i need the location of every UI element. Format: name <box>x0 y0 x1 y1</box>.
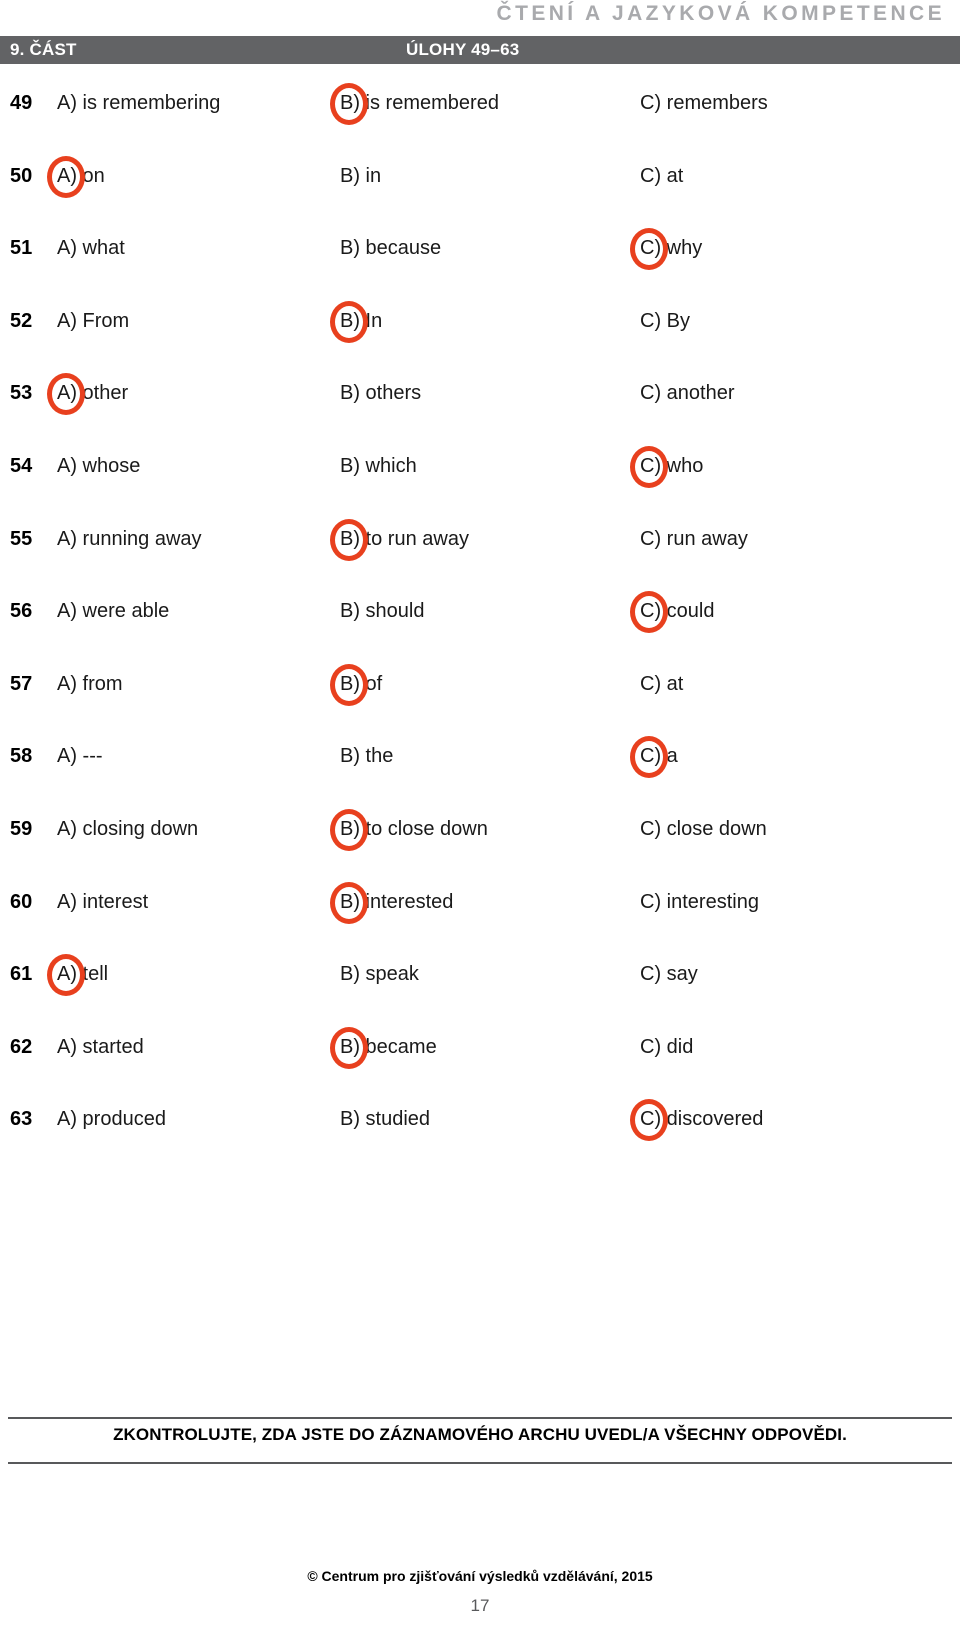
answer-circle-mark <box>47 373 85 416</box>
option-a[interactable]: A) on <box>47 155 105 198</box>
question-row: 53 A) other B) others C) another <box>0 373 960 416</box>
option-a[interactable]: A) is remembering <box>57 88 220 118</box>
question-row: 62 A) started B) became C) did <box>0 1026 960 1069</box>
option-c[interactable]: C) another <box>640 378 735 408</box>
question-row: 63 A) produced B) studied C) discovered <box>0 1099 960 1142</box>
option-a[interactable]: A) other <box>47 373 128 416</box>
question-row: 51 A) what B) because C) why <box>0 228 960 271</box>
option-c[interactable]: C) close down <box>640 814 767 844</box>
part-number-label: 9. ČÁST <box>10 40 77 59</box>
answer-circle-mark <box>47 954 85 997</box>
question-row: 54 A) whose B) which C) who <box>0 446 960 488</box>
answer-circle-mark <box>630 736 668 779</box>
answer-circle-mark <box>47 155 85 198</box>
answer-circle-mark <box>330 663 368 706</box>
option-b[interactable]: B) interested <box>330 881 453 924</box>
question-row: 58 A) --- B) the C) a <box>0 736 960 779</box>
answer-circle-mark <box>630 446 668 488</box>
answer-circle-mark <box>330 809 368 851</box>
option-c[interactable]: C) By <box>640 306 690 336</box>
check-answers-notice: ZKONTROLUJTE, ZDA JSTE DO ZÁZNAMOVÉHO AR… <box>113 1425 847 1444</box>
option-a[interactable]: A) what <box>57 233 125 263</box>
question-number: 56 <box>10 600 33 623</box>
option-b[interactable]: B) in <box>340 161 381 191</box>
answer-circle-mark <box>330 1026 368 1069</box>
question-number: 61 <box>10 963 33 986</box>
answer-circle-mark <box>330 518 368 561</box>
option-a[interactable]: A) interest <box>57 887 148 917</box>
question-number: 63 <box>10 1108 33 1131</box>
part-header-bar: 9. ČÁST ÚLOHY 49–63 <box>0 36 960 64</box>
option-b[interactable]: B) which <box>340 451 417 481</box>
option-c[interactable]: C) why <box>630 228 702 271</box>
question-number: 55 <box>10 527 33 550</box>
question-number: 52 <box>10 309 33 332</box>
question-row: 57 A) from B) of C) at <box>0 663 960 706</box>
answer-circle-mark <box>630 228 668 271</box>
option-a[interactable]: A) From <box>57 306 129 336</box>
question-number: 57 <box>10 672 33 695</box>
option-c[interactable]: C) did <box>640 1032 693 1062</box>
option-a[interactable]: A) started <box>57 1032 144 1062</box>
option-b[interactable]: B) to run away <box>330 518 469 561</box>
option-a[interactable]: A) from <box>57 669 123 699</box>
question-number: 49 <box>10 92 33 114</box>
question-row: 59 A) closing down B) to close down C) clos… <box>0 809 960 851</box>
option-a[interactable]: A) whose <box>57 451 140 481</box>
option-c[interactable]: C) at <box>640 161 683 191</box>
question-number: 53 <box>10 382 33 405</box>
copyright-line: © Centrum pro zjišťování výsledků vzdělá… <box>307 1568 653 1584</box>
question-number: 50 <box>10 164 33 187</box>
option-a[interactable]: A) --- <box>57 741 103 771</box>
option-a[interactable]: A) were able <box>57 596 169 626</box>
option-a[interactable]: A) closing down <box>57 814 198 844</box>
answer-circle-mark <box>330 881 368 924</box>
option-c[interactable]: C) run away <box>640 524 748 554</box>
option-b[interactable]: B) of <box>330 663 382 706</box>
option-b[interactable]: B) speak <box>340 959 419 989</box>
option-a[interactable]: A) produced <box>57 1104 166 1134</box>
answer-circle-mark <box>630 591 668 634</box>
question-row: 52 A) From B) In C) By <box>0 300 960 343</box>
option-b[interactable]: B) became <box>330 1026 437 1069</box>
option-c[interactable]: C) could <box>630 591 714 634</box>
option-a[interactable]: A) tell <box>47 954 108 997</box>
question-row: 60 A) interest B) interested C) interesting <box>0 881 960 924</box>
option-c[interactable]: C) who <box>630 446 703 488</box>
question-number: 62 <box>10 1035 33 1058</box>
question-number: 51 <box>10 237 33 260</box>
notice-rule-top <box>8 1417 952 1419</box>
option-b[interactable]: B) to close down <box>330 809 488 851</box>
answer-circle-mark <box>330 300 368 343</box>
option-b[interactable]: B) the <box>340 741 393 771</box>
option-b[interactable]: B) studied <box>340 1104 430 1134</box>
answer-circle-mark <box>630 1099 668 1142</box>
option-b[interactable]: B) others <box>340 378 421 408</box>
question-number: 59 <box>10 818 33 840</box>
option-b[interactable]: B) In <box>330 300 382 343</box>
task-range-label: ÚLOHY 49–63 <box>406 40 520 59</box>
question-row: 61 A) tell B) speak C) say <box>0 954 960 997</box>
option-b[interactable]: B) is remembered <box>330 83 499 125</box>
option-c[interactable]: C) interesting <box>640 887 759 917</box>
notice-rule-bottom <box>8 1462 952 1464</box>
answer-circle-mark <box>330 83 368 125</box>
option-c[interactable]: C) at <box>640 669 683 699</box>
page-number: 17 <box>470 1596 490 1615</box>
question-number: 54 <box>10 455 33 477</box>
question-row: 55 A) running away B) to run away C) run aw… <box>0 518 960 561</box>
question-row: 50 A) on B) in C) at <box>0 155 960 198</box>
option-c[interactable]: C) a <box>630 736 678 779</box>
question-number: 60 <box>10 890 33 913</box>
exam-section-title: ČTENÍ A JAZYKOVÁ KOMPETENCE <box>496 2 945 25</box>
question-row: 49 A) is remembering B) is remembered C) re… <box>0 83 960 125</box>
option-c[interactable]: C) say <box>640 959 698 989</box>
option-a[interactable]: A) running away <box>57 524 202 554</box>
option-b[interactable]: B) because <box>340 233 441 263</box>
question-row: 56 A) were able B) should C) could <box>0 591 960 634</box>
option-b[interactable]: B) should <box>340 596 425 626</box>
option-c[interactable]: C) discovered <box>630 1099 763 1142</box>
option-c[interactable]: C) remembers <box>640 88 768 118</box>
question-number: 58 <box>10 745 33 768</box>
